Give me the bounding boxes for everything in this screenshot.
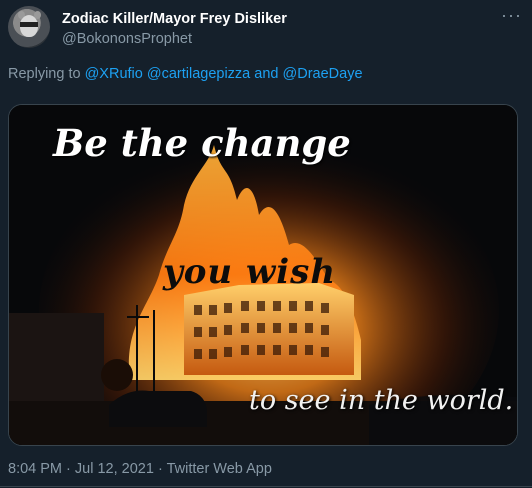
mention-link-cartilagepizza[interactable]: @cartilagepizza xyxy=(147,66,250,82)
tweet-meta: 8:04 PM · Jul 12, 2021 · Twitter Web App xyxy=(8,461,272,477)
image-caption-line3: to see in the world. xyxy=(249,385,514,416)
replying-to: Replying to @XRufio @cartilagepizza and … xyxy=(8,66,363,82)
tweet-source: Twitter Web App xyxy=(166,461,272,477)
avatar[interactable] xyxy=(8,6,50,48)
tweet-header: Zodiac Killer/Mayor Frey Disliker @Bokon… xyxy=(8,5,524,56)
tweet-date[interactable]: Jul 12, 2021 xyxy=(75,461,154,477)
replying-to-label: Replying to xyxy=(8,66,81,82)
image-caption-line2: you wish xyxy=(163,252,337,292)
avatar-mask xyxy=(20,22,38,27)
mention-link-xrufio[interactable]: @XRufio xyxy=(85,66,143,82)
dark-building-left xyxy=(9,313,104,415)
tree xyxy=(101,359,133,391)
divider xyxy=(0,486,532,487)
meta-separator: · xyxy=(157,461,163,477)
parked-car xyxy=(109,390,207,427)
tweet-image[interactable]: Be the change you wish to see in the wor… xyxy=(8,104,518,446)
user-handle[interactable]: @BokononsProphet xyxy=(62,31,192,47)
tweet-timestamp[interactable]: 8:04 PM xyxy=(8,461,62,477)
meta-separator: · xyxy=(66,461,71,477)
more-horizontal-icon[interactable]: ··· xyxy=(501,5,522,26)
mention-link-draedaye[interactable]: @DraeDaye xyxy=(283,66,363,82)
display-name[interactable]: Zodiac Killer/Mayor Frey Disliker xyxy=(62,11,287,27)
mention-joiner[interactable]: and xyxy=(254,66,278,82)
image-caption-line1: Be the change xyxy=(53,121,351,165)
building-windows xyxy=(194,301,329,359)
